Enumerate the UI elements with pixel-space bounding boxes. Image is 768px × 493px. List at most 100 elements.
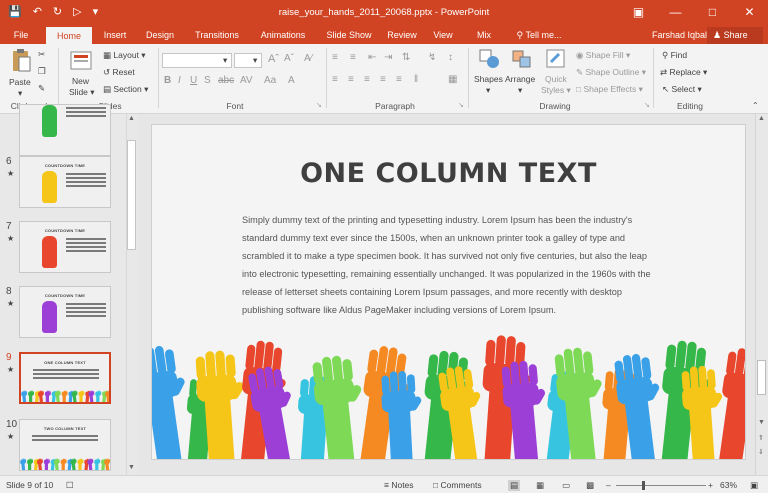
align-right-icon[interactable]: ≡ [364, 74, 370, 85]
tab-slide-show[interactable]: Slide Show [320, 27, 378, 44]
zoom-slider-handle[interactable] [642, 481, 645, 490]
font-name-box[interactable] [162, 53, 232, 68]
section-button[interactable]: ▤ Section ▾ [103, 84, 148, 95]
tab-animations[interactable]: Animations [253, 27, 313, 44]
bold-icon[interactable]: B [164, 75, 171, 86]
scroll-up-icon[interactable]: ▲ [128, 115, 135, 122]
select-button[interactable]: ↖ Select ▾ [662, 84, 702, 95]
cut-icon[interactable]: ✂ [38, 49, 45, 60]
tab-transitions[interactable]: Transitions [187, 27, 247, 44]
find-button[interactable]: ⚲ Find [662, 50, 687, 61]
layout-button[interactable]: ▦ Layout ▾ [103, 50, 146, 61]
tab-review[interactable]: Review [384, 27, 420, 44]
font-name-dropdown-icon[interactable]: ▾ [223, 55, 227, 66]
arrange-icon[interactable] [510, 48, 534, 70]
tab-insert[interactable]: Insert [96, 27, 134, 44]
close-icon[interactable]: ✕ [731, 0, 768, 27]
decrease-indent-icon[interactable]: ⇤ [368, 52, 376, 63]
distributed-icon[interactable]: ≡ [396, 74, 402, 85]
normal-view-icon[interactable]: ▤ [508, 480, 521, 491]
shape-outline-button[interactable]: ✎ Shape Outline ▾ [576, 67, 646, 78]
zoom-in-icon[interactable]: + [708, 480, 713, 490]
font-color-icon[interactable]: A [288, 75, 295, 86]
shapes-button[interactable]: Shapes [474, 74, 503, 84]
scroll-up-icon[interactable]: ▲ [758, 115, 765, 122]
text-direction-icon[interactable]: ↯ [428, 52, 436, 63]
raised-hands-image[interactable] [152, 125, 745, 459]
font-size-dropdown-icon[interactable]: ▾ [253, 55, 257, 66]
paste-button[interactable]: Paste [9, 77, 31, 87]
ribbon-display-icon[interactable]: ▣ [620, 0, 657, 27]
quick-styles-icon[interactable] [545, 48, 567, 70]
new-slide-icon[interactable] [70, 50, 94, 72]
clear-formatting-icon[interactable]: A⁄ [304, 53, 312, 64]
change-case-icon[interactable]: Aa [264, 75, 276, 86]
increase-indent-icon[interactable]: ⇥ [384, 52, 392, 63]
justify-icon[interactable]: ≡ [380, 74, 386, 85]
tab-design[interactable]: Design [140, 27, 180, 44]
format-painter-icon[interactable]: ✎ [38, 83, 45, 94]
paragraph-dialog-launcher-icon[interactable]: ↘ [458, 101, 464, 109]
reset-button[interactable]: ↺ Reset [103, 67, 135, 78]
grow-font-icon[interactable]: Aˆ [268, 53, 279, 65]
fit-to-window-icon[interactable]: ▣ [750, 480, 758, 491]
share-button[interactable]: ♟ Share [707, 27, 763, 44]
comments-button[interactable]: □ Comments [433, 480, 482, 490]
align-center-icon[interactable]: ≡ [348, 74, 354, 85]
slide-thumbnail-7[interactable]: COUNTDOWN TIME [19, 221, 111, 273]
arrange-button[interactable]: Arrange [505, 74, 535, 84]
underline-icon[interactable]: U [190, 75, 197, 86]
collapse-ribbon-icon[interactable]: ⌃ [752, 101, 759, 110]
numbering-icon[interactable]: ≡ [350, 52, 356, 63]
tab-home[interactable]: Home [46, 27, 92, 44]
shapes-dropdown-icon[interactable]: ▾ [486, 85, 490, 96]
thumbnail-scroll-thumb[interactable] [127, 140, 136, 250]
replace-button[interactable]: ⇄ Replace ▾ [660, 67, 707, 78]
scroll-down-icon[interactable]: ▼ [758, 419, 765, 426]
slide-thumbnail-9[interactable]: ONE COLUMN TEXT [19, 352, 111, 404]
reading-view-icon[interactable]: ▭ [562, 480, 570, 491]
tab-view[interactable]: View [428, 27, 458, 44]
slideshow-icon[interactable]: ▩ [586, 480, 594, 491]
arrange-dropdown-icon[interactable]: ▾ [518, 85, 522, 96]
zoom-out-icon[interactable]: – [606, 480, 611, 490]
tab-file[interactable]: File [4, 27, 38, 44]
minimize-icon[interactable]: — [657, 0, 694, 27]
slide-scrollbar[interactable]: ▲ ▼ ⇑ ⇓ [755, 114, 768, 475]
slide-thumbnail-6[interactable]: COUNTDOWN TIME [19, 156, 111, 208]
font-size-box[interactable] [234, 53, 262, 68]
drawing-dialog-launcher-icon[interactable]: ↘ [644, 101, 650, 109]
paste-dropdown-icon[interactable]: ▾ [18, 88, 22, 99]
bullets-icon[interactable]: ≡ [332, 52, 338, 63]
copy-icon[interactable]: ❐ [38, 66, 46, 77]
paste-icon[interactable] [10, 48, 32, 74]
slide-thumbnail-8[interactable]: COUNTDOWN TIME [19, 286, 111, 338]
italic-icon[interactable]: I [178, 75, 181, 86]
previous-slide-icon[interactable]: ⇑ [758, 434, 764, 442]
spell-check-icon[interactable]: ☐ [66, 480, 74, 491]
quick-styles-label-2[interactable]: Styles ▾ [541, 85, 571, 96]
shape-fill-button[interactable]: ◉ Shape Fill ▾ [576, 50, 630, 61]
new-slide-label-2[interactable]: Slide ▾ [69, 87, 95, 98]
current-slide[interactable]: ONE COLUMN TEXT Simply dummy text of the… [152, 125, 745, 459]
line-spacing-icon[interactable]: ⇅ [402, 52, 410, 63]
slide-thumbnail-10[interactable]: TWO COLUMN TEXT [19, 419, 111, 471]
slide-scroll-thumb[interactable] [757, 360, 766, 395]
shadow-icon[interactable]: S [204, 75, 211, 86]
strikethrough-icon[interactable]: abc [218, 75, 234, 86]
font-dialog-launcher-icon[interactable]: ↘ [316, 101, 322, 109]
next-slide-icon[interactable]: ⇓ [758, 448, 764, 456]
columns-icon[interactable]: ‖ [414, 74, 418, 85]
zoom-slider[interactable] [616, 485, 706, 486]
new-slide-button[interactable]: New [72, 76, 89, 86]
shape-effects-button[interactable]: □ Shape Effects ▾ [576, 84, 643, 95]
align-left-icon[interactable]: ≡ [332, 74, 338, 85]
character-spacing-icon[interactable]: AV [240, 75, 253, 86]
slide-sorter-icon[interactable]: ▦ [536, 480, 544, 491]
shapes-icon[interactable] [478, 48, 502, 70]
shrink-font-icon[interactable]: Aˇ [284, 53, 294, 64]
quick-styles-button[interactable]: Quick [545, 74, 567, 84]
user-account[interactable]: Farshad Iqbal [652, 27, 707, 43]
notes-button[interactable]: ≡ Notes [384, 480, 414, 490]
scroll-down-icon[interactable]: ▼ [128, 464, 135, 471]
